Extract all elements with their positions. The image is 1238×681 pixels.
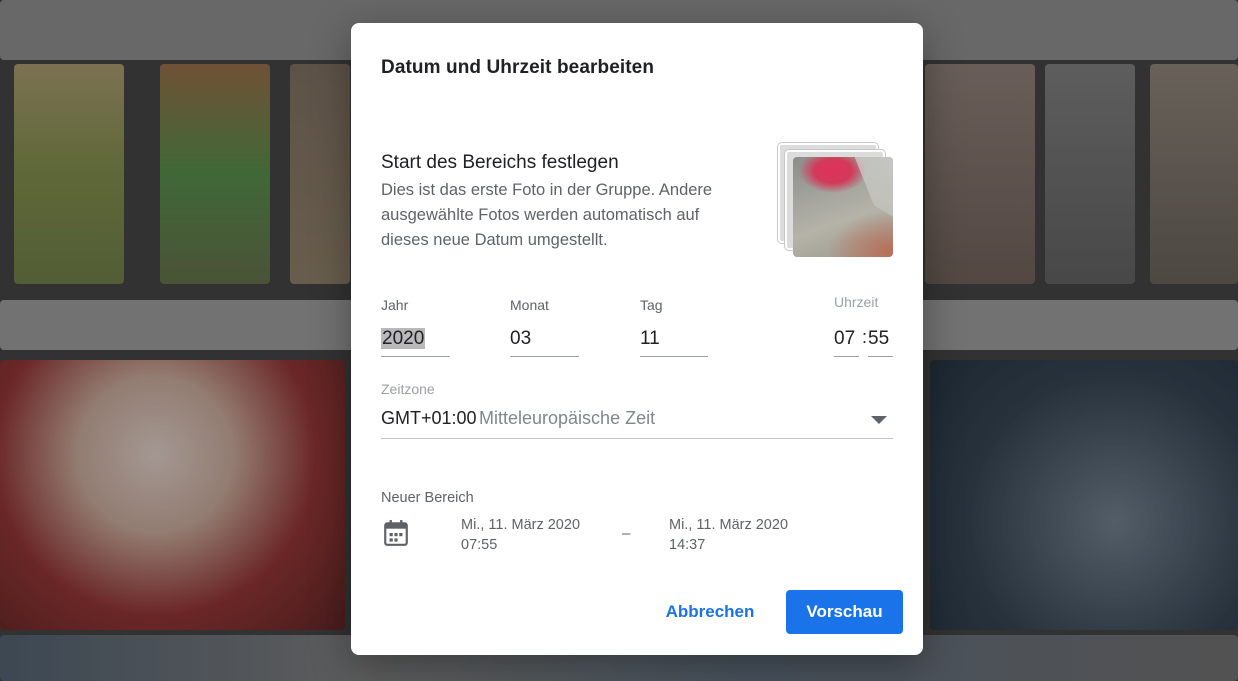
day-field[interactable]: 11 [640,324,708,357]
range-start: Mi., 11. März 2020 07:55 [461,515,580,555]
time-label: Uhrzeit [834,294,879,310]
minute-field[interactable]: 55 [868,324,893,357]
minute-value: 55 [868,328,890,349]
preview-button[interactable]: Vorschau [786,590,903,634]
cancel-button[interactable]: Abbrechen [651,590,769,634]
calendar-icon [384,520,408,546]
time-separator: : [862,327,868,347]
range-start-time: 07:55 [461,537,498,553]
month-field[interactable]: 03 [510,324,579,357]
timezone-name: Mitteleuropäische Zeit [479,408,656,428]
photo-thumbnail [793,157,893,257]
range-end: Mi., 11. März 2020 14:37 [669,515,788,555]
timezone-offset: GMT+01:00 [381,408,477,428]
year-label: Jahr [381,297,409,313]
month-label: Monat [510,297,549,313]
new-range-label: Neuer Bereich [381,490,474,506]
year-value: 2020 [381,328,426,349]
timezone-select[interactable]: GMT+01:00 Mitteleuropäische Zeit [381,406,893,439]
year-field[interactable]: 2020 [381,324,450,357]
range-start-date: Mi., 11. März 2020 [461,517,581,533]
day-value: 11 [640,328,660,349]
range-separator: – [622,525,631,542]
range-end-time: 14:37 [669,537,706,553]
dialog-title: Datum und Uhrzeit bearbeiten [381,57,655,78]
hour-field[interactable]: 07 [834,324,859,357]
hour-value: 07 [834,328,856,349]
section-title: Start des Bereichs festlegen [381,152,619,173]
month-value: 03 [510,328,532,349]
range-end-date: Mi., 11. März 2020 [669,517,789,533]
photo-stack-thumbnail [778,143,898,263]
dropdown-arrow-icon [871,416,887,424]
day-label: Tag [640,297,663,313]
section-description: Dies ist das erste Foto in der Gruppe. A… [381,181,713,249]
edit-date-time-dialog: Datum und Uhrzeit bearbeiten Start des B… [351,23,923,655]
timezone-label: Zeitzone [381,381,435,397]
